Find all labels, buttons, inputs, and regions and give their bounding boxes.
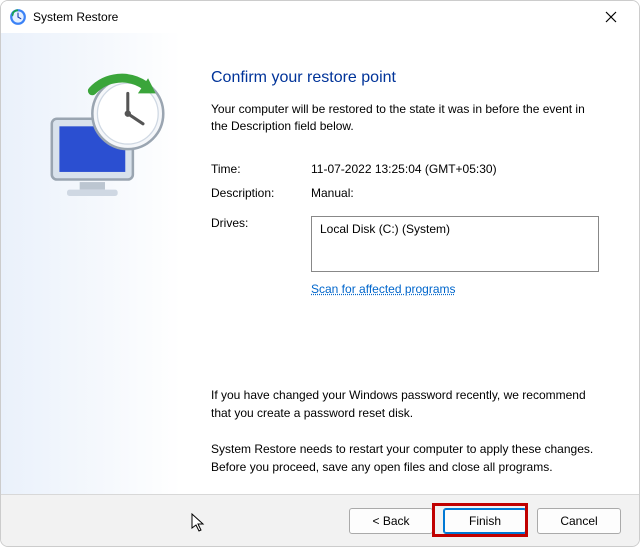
sidebar [1,33,181,494]
system-restore-icon [9,8,27,26]
cursor-icon [191,513,207,533]
password-note: If you have changed your Windows passwor… [211,386,599,422]
wizard-body: Confirm your restore point Your computer… [1,33,639,494]
cancel-button[interactable]: Cancel [537,508,621,534]
titlebar: System Restore [1,1,639,33]
drives-label: Drives: [211,216,311,272]
footer: < Back Finish Cancel [1,494,639,546]
system-restore-window: System Restore [0,0,640,547]
finish-button[interactable]: Finish [443,508,527,534]
time-value: 11-07-2022 13:25:04 (GMT+05:30) [311,162,599,176]
close-button[interactable] [591,3,631,31]
window-title: System Restore [33,10,591,24]
time-label: Time: [211,162,311,176]
description-label: Description: [211,186,311,200]
content-area: Confirm your restore point Your computer… [181,33,639,494]
scan-affected-programs-link[interactable]: Scan for affected programs [311,282,456,296]
notes: If you have changed your Windows passwor… [211,386,599,476]
drives-row: Drives: Local Disk (C:) (System) [211,216,599,272]
back-button[interactable]: < Back [349,508,433,534]
time-row: Time: 11-07-2022 13:25:04 (GMT+05:30) [211,162,599,176]
restart-note: System Restore needs to restart your com… [211,440,599,476]
page-heading: Confirm your restore point [211,69,599,87]
description-value: Manual: [311,186,599,200]
close-icon [605,11,617,23]
intro-text: Your computer will be restored to the st… [211,101,599,136]
drives-list[interactable]: Local Disk (C:) (System) [311,216,599,272]
restore-graphic-icon [29,204,181,218]
description-row: Description: Manual: [211,186,599,200]
